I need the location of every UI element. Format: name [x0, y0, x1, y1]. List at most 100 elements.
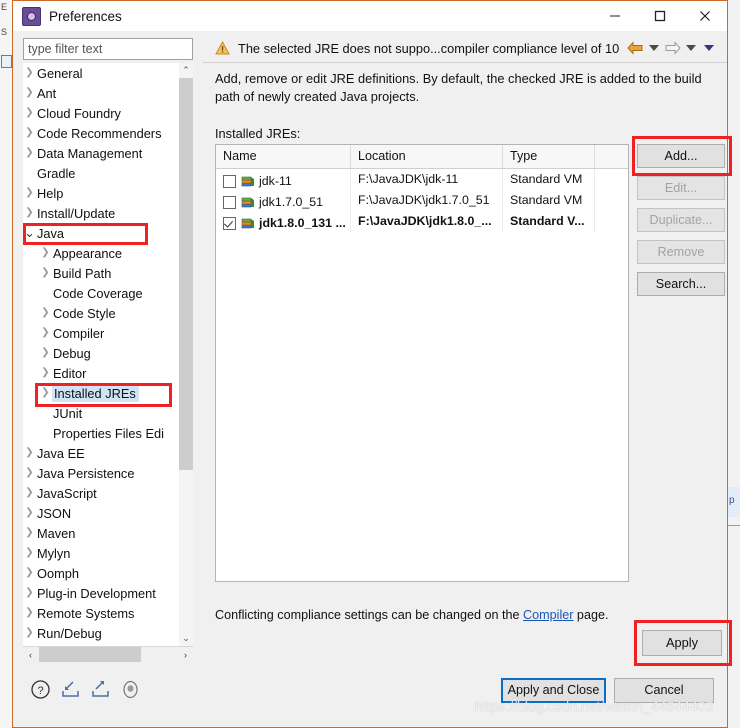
chevron-right-icon[interactable]: ❯ — [23, 443, 36, 463]
preferences-tree[interactable]: ❯ General ❯ Ant ❯ Cloud Foundry ❯ Code Recommen… — [23, 63, 193, 646]
filter-input[interactable]: type filter text — [23, 38, 193, 60]
jre-checkbox[interactable] — [223, 216, 236, 230]
column-header-extra[interactable] — [595, 145, 626, 168]
back-dropdown-icon[interactable] — [649, 45, 659, 51]
vertical-scroll-thumb[interactable] — [179, 78, 193, 470]
note-prefix: Conflicting compliance settings can be c… — [215, 608, 524, 622]
chevron-right-icon[interactable]: ❯ — [39, 343, 52, 363]
close-button[interactable] — [682, 1, 727, 31]
tree-item-help[interactable]: ❯ Help — [23, 183, 178, 203]
chevron-right-icon[interactable]: ❯ — [23, 523, 36, 543]
tree-item-remote-systems[interactable]: ❯ Remote Systems — [23, 603, 178, 623]
compiler-link[interactable]: Compiler — [523, 608, 573, 622]
minimize-button[interactable] — [592, 1, 637, 31]
background-window-left: E S — [0, 0, 12, 728]
cancel-button[interactable]: Cancel — [614, 678, 714, 703]
tree-item-java[interactable]: ⌄ Java — [23, 223, 178, 243]
apply-and-close-button[interactable]: Apply and Close — [501, 678, 606, 703]
jre-checkbox[interactable] — [223, 195, 236, 209]
chevron-right-icon[interactable]: ❯ — [39, 383, 52, 403]
chevron-right-icon[interactable]: ❯ — [23, 103, 36, 123]
forward-dropdown-icon[interactable] — [686, 45, 696, 51]
tree-item-maven[interactable]: ❯ Maven — [23, 523, 178, 543]
help-icon[interactable]: ? — [30, 679, 51, 700]
chevron-right-icon[interactable]: ❯ — [23, 203, 36, 223]
chevron-right-icon[interactable]: ❯ — [39, 303, 52, 323]
add-button[interactable]: Add... — [637, 144, 725, 168]
chevron-right-icon[interactable]: ❯ — [23, 543, 36, 563]
jre-checkbox[interactable] — [223, 174, 236, 188]
scroll-up-button[interactable]: ⌃ — [179, 63, 193, 78]
tree-item-label: Compiler — [53, 325, 105, 341]
scroll-right-button[interactable]: › — [178, 647, 193, 662]
scroll-left-button[interactable]: ‹ — [23, 647, 38, 662]
tree-item-gradle[interactable]: Gradle — [23, 163, 178, 183]
tree-item-java-ee[interactable]: ❯ Java EE — [23, 443, 178, 463]
tree-item-editor[interactable]: ❯ Editor — [23, 363, 178, 383]
installed-jres-label: Installed JREs: — [215, 126, 301, 141]
tree-item-junit[interactable]: JUnit — [23, 403, 178, 423]
tree-item-build-path[interactable]: ❯ Build Path — [23, 263, 178, 283]
tree-item-appearance[interactable]: ❯ Appearance — [23, 243, 178, 263]
tree-item-installed-jres[interactable]: ❯ Installed JREs — [23, 383, 178, 403]
search-button[interactable]: Search... — [637, 272, 725, 296]
apply-button[interactable]: Apply — [642, 630, 722, 656]
chevron-right-icon[interactable]: ❯ — [23, 183, 36, 203]
chevron-right-icon[interactable]: ❯ — [23, 83, 36, 103]
column-header-location[interactable]: Location — [351, 145, 503, 168]
chevron-right-icon[interactable]: ❯ — [39, 263, 52, 283]
export-icon[interactable] — [90, 679, 111, 700]
chevron-right-icon[interactable]: ❯ — [23, 623, 36, 643]
scroll-down-button[interactable]: ⌄ — [179, 631, 193, 646]
tree-item-oomph[interactable]: ❯ Oomph — [23, 563, 178, 583]
tree-item-ant[interactable]: ❯ Ant — [23, 83, 178, 103]
tree-item-install-update[interactable]: ❯ Install/Update — [23, 203, 178, 223]
table-row[interactable]: jdk1.8.0_131 ... F:\JavaJDK\jdk1.8.0_... S… — [216, 211, 628, 232]
tree-item-code-coverage[interactable]: Code Coverage — [23, 283, 178, 303]
maximize-icon — [654, 10, 665, 22]
chevron-right-icon[interactable]: ❯ — [23, 603, 36, 623]
chevron-right-icon[interactable]: ❯ — [23, 143, 36, 163]
table-row[interactable]: jdk-11 F:\JavaJDK\jdk-11 Standard VM — [216, 169, 628, 190]
message-menu-icon[interactable] — [704, 45, 714, 51]
tree-vertical-scrollbar[interactable]: ⌃ ⌄ — [179, 63, 193, 646]
horizontal-scroll-thumb[interactable] — [39, 647, 141, 662]
tree-item-java-persistence[interactable]: ❯ Java Persistence — [23, 463, 178, 483]
chevron-right-icon[interactable]: ❯ — [39, 363, 52, 383]
import-icon[interactable] — [60, 679, 81, 700]
chevron-right-icon[interactable]: ❯ — [39, 323, 52, 343]
tree-horizontal-scrollbar[interactable]: ‹ › — [23, 646, 193, 662]
chevron-right-icon[interactable]: ❯ — [23, 483, 36, 503]
tree-item-javascript[interactable]: ❯ JavaScript — [23, 483, 178, 503]
chevron-right-icon[interactable]: ❯ — [23, 123, 36, 143]
tree-item-properties-files-edi[interactable]: Properties Files Edi — [23, 423, 178, 443]
chevron-right-icon[interactable]: ❯ — [23, 63, 36, 83]
chevron-right-icon[interactable]: ❯ — [39, 243, 52, 263]
tree-item-plug-in-development[interactable]: ❯ Plug-in Development — [23, 583, 178, 603]
restore-defaults-icon[interactable] — [120, 679, 141, 700]
chevron-down-icon[interactable]: ⌄ — [23, 223, 36, 243]
chevron-right-icon[interactable]: ❯ — [23, 503, 36, 523]
column-header-type[interactable]: Type — [503, 145, 595, 168]
chevron-right-icon[interactable]: ❯ — [23, 463, 36, 483]
background-fragment: p — [729, 495, 735, 506]
tree-item-debug[interactable]: ❯ Debug — [23, 343, 178, 363]
column-header-name[interactable]: Name — [216, 145, 351, 168]
tree-item-run-debug[interactable]: ❯ Run/Debug — [23, 623, 178, 643]
tree-item-code-recommenders[interactable]: ❯ Code Recommenders — [23, 123, 178, 143]
chevron-right-icon[interactable]: ❯ — [23, 563, 36, 583]
forward-arrow-icon[interactable] — [664, 41, 681, 55]
tree-item-cloud-foundry[interactable]: ❯ Cloud Foundry — [23, 103, 178, 123]
tree-item-code-style[interactable]: ❯ Code Style — [23, 303, 178, 323]
jre-table[interactable]: Name Location Type jdk-11 F:\JavaJDK\jdk-… — [215, 144, 629, 582]
table-row[interactable]: jdk1.7.0_51 F:\JavaJDK\jdk1.7.0_51 Standar… — [216, 190, 628, 211]
tree-item-data-management[interactable]: ❯ Data Management — [23, 143, 178, 163]
chevron-right-icon[interactable]: ❯ — [23, 583, 36, 603]
tree-item-compiler[interactable]: ❯ Compiler — [23, 323, 178, 343]
back-arrow-icon[interactable] — [627, 41, 644, 55]
tree-item-json[interactable]: ❯ JSON — [23, 503, 178, 523]
tree-item-mylyn[interactable]: ❯ Mylyn — [23, 543, 178, 563]
maximize-button[interactable] — [637, 1, 682, 31]
svg-text:?: ? — [37, 685, 43, 697]
tree-item-general[interactable]: ❯ General — [23, 63, 178, 83]
